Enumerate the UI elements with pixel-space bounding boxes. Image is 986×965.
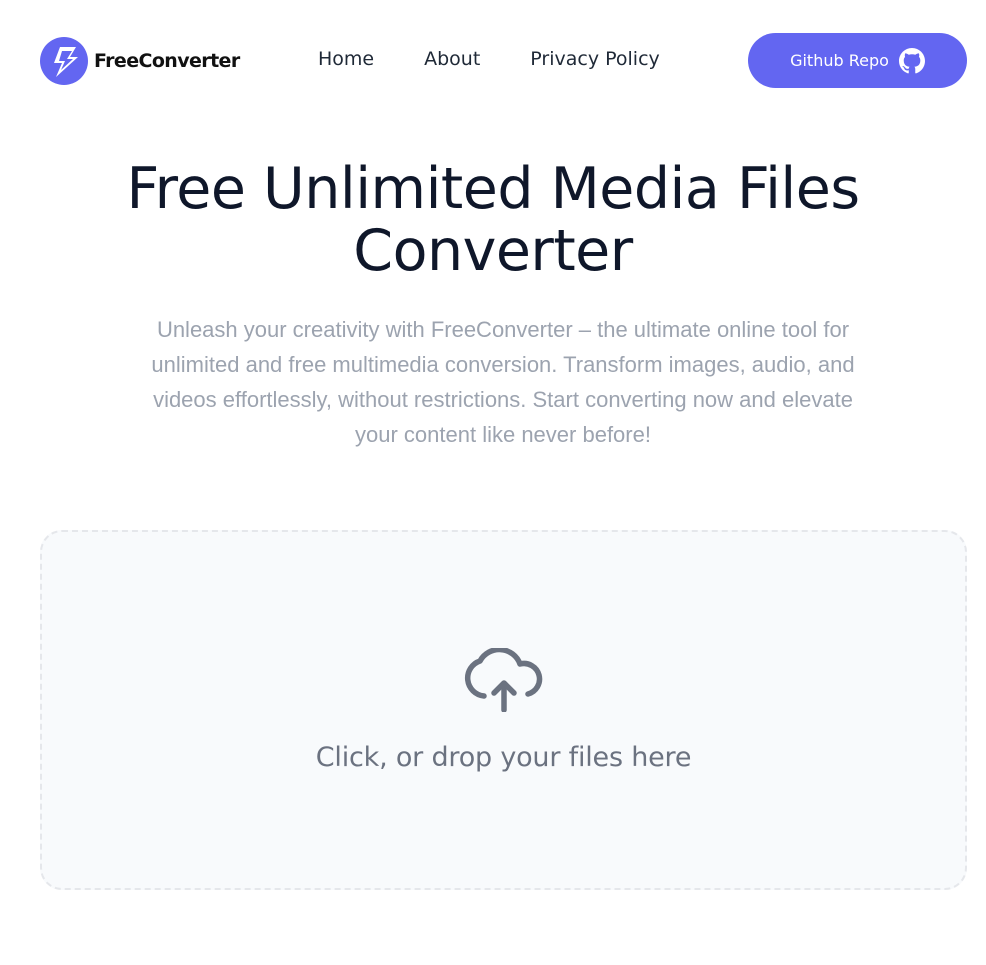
github-icon	[898, 47, 925, 73]
title-line-2: Converter	[353, 218, 633, 284]
lightning-bolt-icon	[40, 37, 88, 85]
nav-link-home[interactable]: Home	[318, 48, 374, 70]
brand-logo[interactable]: FreeConverter	[40, 37, 240, 85]
title-line-1: Free Unlimited Media Files	[126, 156, 860, 222]
brand-name: FreeConverter	[94, 50, 240, 72]
main-nav: Home About Privacy Policy	[318, 48, 660, 70]
page: FreeConverter Home About Privacy Policy …	[0, 0, 986, 965]
nav-link-privacy-policy[interactable]: Privacy Policy	[530, 48, 659, 70]
page-title: Free Unlimited Media Files Converter	[0, 158, 986, 282]
dropzone-label: Click, or drop your files here	[315, 741, 692, 773]
site-header: FreeConverter Home About Privacy Policy …	[0, 0, 986, 120]
nav-link-about[interactable]: About	[424, 48, 480, 70]
cloud-upload-icon	[464, 647, 542, 712]
github-repo-button[interactable]: Github Repo	[748, 33, 967, 88]
hero-description: Unleash your creativity with FreeConvert…	[151, 317, 855, 447]
github-repo-label: Github Repo	[790, 51, 889, 70]
file-dropzone[interactable]: Click, or drop your files here	[40, 530, 967, 890]
